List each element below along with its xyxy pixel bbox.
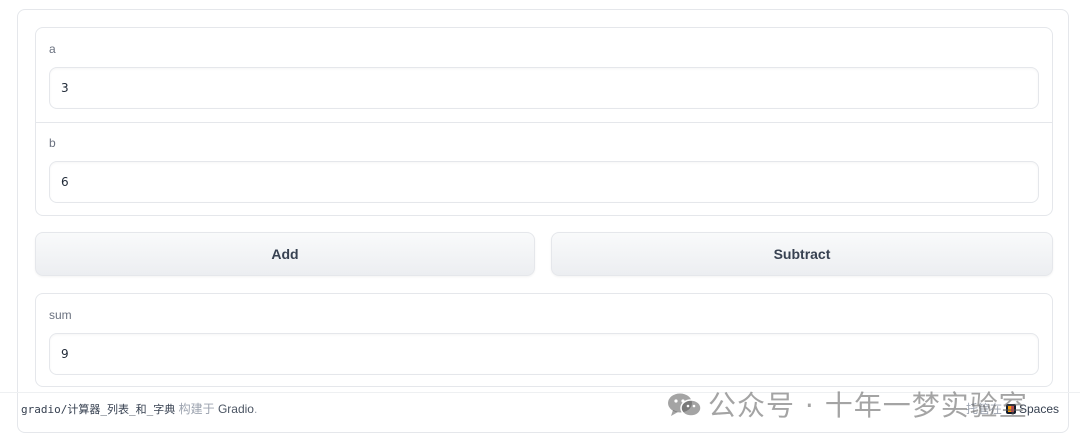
input-b-label: b [49, 136, 56, 150]
watermark-text: 公众号 · 十年一梦实验室 [708, 389, 1028, 422]
subtract-button[interactable]: Subtract [551, 232, 1053, 276]
app-container: a 3 b 6 Add Subtract sum 9 [17, 9, 1069, 433]
group-divider [36, 122, 1052, 123]
footer-period: . [253, 402, 258, 416]
output-sum-field[interactable]: 9 [49, 333, 1039, 375]
space-name[interactable]: gradio/计算器_列表_和_字典 [21, 403, 175, 416]
footer-left: gradio/计算器_列表_和_字典 构建于 Gradio. [21, 400, 257, 417]
input-a-field[interactable]: 3 [49, 67, 1039, 109]
output-block: sum 9 [35, 293, 1053, 387]
watermark: 公众号 · 十年一梦实验室 [666, 384, 1028, 424]
input-a-label: a [49, 42, 56, 56]
inputs-group: a 3 b 6 [35, 27, 1053, 216]
built-with-text: 构建于 [178, 402, 215, 416]
wechat-icon [666, 392, 702, 418]
output-sum-label: sum [49, 308, 72, 322]
gradio-link[interactable]: Gradio [218, 402, 254, 416]
input-b-field[interactable]: 6 [49, 161, 1039, 203]
add-button[interactable]: Add [35, 232, 535, 276]
